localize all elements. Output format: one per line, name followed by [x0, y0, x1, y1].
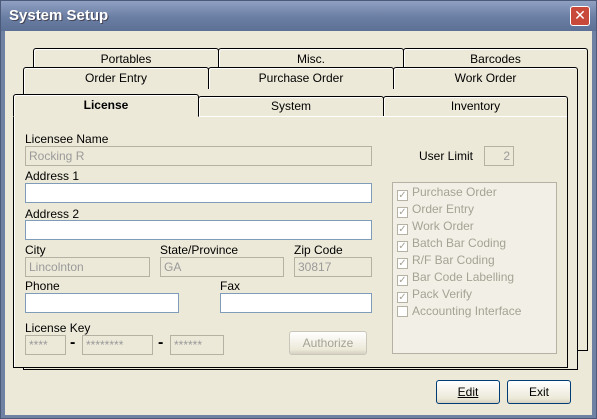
- key-separator: -: [70, 334, 76, 351]
- module-checkbox[interactable]: ✓ Batch Bar Coding: [397, 236, 506, 252]
- checkbox-icon: ✓: [397, 292, 408, 303]
- checkbox-icon: ✓: [397, 224, 408, 235]
- module-checkbox[interactable]: ✓ Purchase Order: [397, 185, 497, 201]
- tab-work-order[interactable]: Work Order: [393, 67, 578, 89]
- module-checkbox[interactable]: ✓ R/F Bar Coding: [397, 253, 495, 269]
- tab-order-entry[interactable]: Order Entry: [23, 67, 209, 89]
- checkbox-icon: ✓: [397, 207, 408, 218]
- tab-system[interactable]: System: [198, 96, 384, 116]
- license-key-label: License Key: [25, 321, 91, 335]
- address1-label: Address 1: [25, 169, 80, 183]
- title-bar[interactable]: System Setup ✕: [1, 1, 596, 31]
- close-icon[interactable]: ✕: [570, 6, 590, 26]
- checkbox-icon: ✓: [397, 190, 408, 201]
- key-separator: -: [158, 334, 164, 351]
- authorize-button[interactable]: Authorize: [289, 331, 367, 355]
- address1-field[interactable]: [25, 183, 372, 203]
- window-title: System Setup: [9, 7, 109, 24]
- tab-license[interactable]: License: [13, 94, 199, 117]
- module-checkbox[interactable]: ✓ Pack Verify: [397, 287, 472, 303]
- modules-list: ✓ Purchase Order ✓ Order Entry ✓ Work Order ✓ B…: [392, 182, 557, 354]
- checkbox-icon: [397, 306, 408, 317]
- checkbox-icon: ✓: [397, 275, 408, 286]
- license-key-part2[interactable]: ********: [82, 335, 153, 355]
- module-label: Bar Code Labelling: [412, 270, 515, 284]
- address2-field[interactable]: [25, 220, 372, 240]
- module-label: Order Entry: [412, 202, 475, 216]
- module-label: Accounting Interface: [412, 304, 522, 318]
- module-checkbox[interactable]: ✓ Bar Code Labelling: [397, 270, 514, 286]
- dialog-client: Portables Misc. Barcodes Order Entry Pur…: [5, 31, 592, 415]
- module-checkbox[interactable]: ✓ Work Order: [397, 219, 474, 235]
- state-field[interactable]: GA: [160, 257, 284, 277]
- module-checkbox[interactable]: Accounting Interface: [397, 304, 521, 318]
- license-key-part1[interactable]: ****: [25, 335, 66, 355]
- phone-label: Phone: [25, 279, 60, 293]
- module-label: Work Order: [412, 219, 474, 233]
- phone-field[interactable]: [25, 293, 179, 313]
- fax-label: Fax: [220, 279, 241, 293]
- state-label: State/Province: [160, 243, 239, 257]
- tab-purchase-order[interactable]: Purchase Order: [208, 67, 394, 89]
- module-checkbox[interactable]: ✓ Order Entry: [397, 202, 474, 218]
- module-label: R/F Bar Coding: [412, 253, 495, 267]
- module-label: Batch Bar Coding: [412, 236, 507, 250]
- zip-field[interactable]: 30817: [294, 257, 372, 277]
- address2-label: Address 2: [25, 207, 80, 221]
- tab-inventory[interactable]: Inventory: [383, 96, 568, 116]
- city-field[interactable]: Lincolnton: [25, 257, 150, 277]
- user-limit-label: User Limit: [419, 149, 474, 163]
- checkbox-icon: ✓: [397, 258, 408, 269]
- exit-button[interactable]: Exit: [507, 380, 571, 404]
- user-limit-field[interactable]: 2: [484, 146, 514, 166]
- module-label: Pack Verify: [412, 287, 473, 301]
- edit-button[interactable]: Edit: [436, 380, 500, 404]
- system-setup-window: System Setup ✕ Portables Misc. Barcodes …: [0, 0, 597, 419]
- module-label: Purchase Order: [412, 185, 497, 199]
- edit-button-label: Edit: [457, 385, 479, 399]
- licensee-name-field[interactable]: Rocking R: [25, 146, 372, 166]
- license-key-part3[interactable]: ******: [170, 335, 224, 355]
- city-label: City: [25, 243, 46, 257]
- licensee-name-label: Licensee Name: [25, 132, 109, 146]
- zip-label: Zip Code: [294, 243, 343, 257]
- fax-field[interactable]: [220, 293, 372, 313]
- checkbox-icon: ✓: [397, 241, 408, 252]
